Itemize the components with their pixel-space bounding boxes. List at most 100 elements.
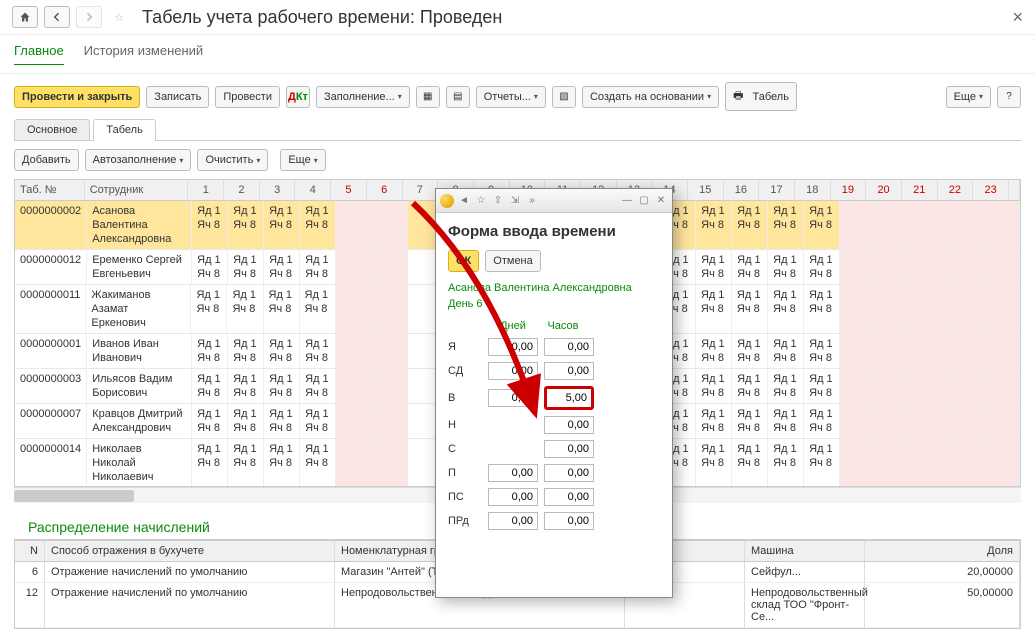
cell-day[interactable]: Яд 1Яч 8 — [732, 439, 768, 486]
col-day-7[interactable]: 7 — [403, 180, 439, 200]
save-button[interactable]: Записать — [146, 86, 209, 108]
hours-input[interactable] — [544, 338, 594, 356]
more-button[interactable]: Еще▾ — [946, 86, 991, 108]
clear-button[interactable]: Очистить▾ — [197, 149, 268, 171]
cell-day[interactable]: Яд 1Яч 8 — [227, 285, 263, 333]
cell-day[interactable]: Яд 1Яч 8 — [732, 285, 768, 333]
col-tabnum[interactable]: Таб. № — [15, 180, 85, 200]
dist-head-sp[interactable]: Способ отражения в бухучете — [45, 541, 335, 561]
cell-day[interactable]: Яд 1Яч 8 — [804, 439, 840, 486]
cell-day[interactable]: Яд 1Яч 8 — [768, 285, 804, 333]
home-button[interactable] — [12, 6, 38, 28]
cell-day[interactable]: Яд 1Яч 8 — [768, 334, 804, 368]
cell-day[interactable] — [372, 201, 408, 249]
tool-icon-3[interactable]: ▧ — [552, 86, 576, 108]
cell-day[interactable] — [912, 334, 948, 368]
cell-day[interactable]: Яд 1Яч 8 — [732, 201, 768, 249]
cell-day[interactable] — [912, 404, 948, 438]
cell-day[interactable]: Яд 1Яч 8 — [732, 250, 768, 284]
col-day-20[interactable]: 20 — [866, 180, 902, 200]
col-sotr[interactable]: Сотрудник — [85, 180, 189, 200]
cell-day[interactable]: Яд 1Яч 8 — [192, 404, 228, 438]
cell-day[interactable] — [840, 404, 876, 438]
cell-day[interactable] — [336, 201, 372, 249]
col-day-22[interactable]: 22 — [938, 180, 974, 200]
cell-day[interactable]: Яд 1Яч 8 — [192, 369, 228, 403]
cell-day[interactable] — [948, 285, 984, 333]
col-day-16[interactable]: 16 — [724, 180, 760, 200]
cell-day[interactable]: Яд 1Яч 8 — [192, 334, 228, 368]
cell-day[interactable] — [984, 201, 1020, 249]
cell-day[interactable]: Яд 1Яч 8 — [804, 285, 840, 333]
dialog-chev-icon[interactable]: » — [525, 194, 539, 208]
cell-day[interactable]: Яд 1Яч 8 — [228, 250, 264, 284]
cell-day[interactable] — [984, 285, 1020, 333]
hours-input[interactable] — [544, 464, 594, 482]
cell-day[interactable] — [840, 334, 876, 368]
cell-day[interactable] — [372, 334, 408, 368]
col-day-6[interactable]: 6 — [367, 180, 403, 200]
cell-day[interactable]: Яд 1Яч 8 — [696, 250, 732, 284]
autofill-button[interactable]: Автозаполнение▾ — [85, 149, 192, 171]
cell-day[interactable]: Яд 1Яч 8 — [264, 250, 300, 284]
cell-day[interactable] — [840, 439, 876, 486]
col-day-19[interactable]: 19 — [831, 180, 867, 200]
cell-day[interactable] — [336, 285, 372, 333]
cell-day[interactable]: Яд 1Яч 8 — [264, 369, 300, 403]
col-day-2[interactable]: 2 — [224, 180, 260, 200]
cell-day[interactable]: Яд 1Яч 8 — [264, 285, 300, 333]
cell-day[interactable]: Яд 1Яч 8 — [732, 334, 768, 368]
hours-input[interactable] — [544, 416, 594, 434]
cell-day[interactable]: Яд 1Яч 8 — [768, 201, 804, 249]
forward-button[interactable] — [76, 6, 102, 28]
dialog-star-icon[interactable]: ☆ — [474, 194, 488, 208]
cell-day[interactable] — [840, 201, 876, 249]
cell-day[interactable]: Яд 1Яч 8 — [192, 439, 228, 486]
tool-icon-1[interactable]: ▦ — [416, 86, 440, 108]
link-main[interactable]: Главное — [14, 43, 64, 65]
cell-day[interactable] — [984, 334, 1020, 368]
cell-day[interactable] — [948, 250, 984, 284]
cell-day[interactable]: Яд 1Яч 8 — [804, 334, 840, 368]
cell-day[interactable] — [948, 404, 984, 438]
col-day-5[interactable]: 5 — [331, 180, 367, 200]
dk-icon-button[interactable]: ДКт — [286, 86, 310, 108]
days-input[interactable] — [488, 389, 538, 407]
cell-day[interactable]: Яд 1Яч 8 — [804, 369, 840, 403]
cell-day[interactable] — [840, 250, 876, 284]
cell-day[interactable] — [876, 334, 912, 368]
hours-input[interactable] — [544, 362, 594, 380]
cell-day[interactable]: Яд 1Яч 8 — [300, 439, 336, 486]
cell-day[interactable]: Яд 1Яч 8 — [264, 334, 300, 368]
cell-day[interactable]: Яд 1Яч 8 — [300, 201, 336, 249]
cell-day[interactable] — [912, 201, 948, 249]
cell-day[interactable] — [372, 404, 408, 438]
link-history[interactable]: История изменений — [84, 43, 204, 65]
dist-head-dl[interactable]: Доля — [865, 541, 1020, 561]
cell-day[interactable]: Яд 1Яч 8 — [696, 369, 732, 403]
dialog-close-icon[interactable]: ✕ — [654, 194, 668, 208]
post-button[interactable]: Провести — [215, 86, 280, 108]
cell-day[interactable]: Яд 1Яч 8 — [300, 334, 336, 368]
tab-tabel[interactable]: Табель — [93, 119, 155, 141]
hours-input[interactable] — [544, 440, 594, 458]
cell-day[interactable] — [948, 334, 984, 368]
hours-input[interactable] — [544, 386, 594, 410]
cell-day[interactable] — [372, 439, 408, 486]
col-day-18[interactable]: 18 — [795, 180, 831, 200]
close-button[interactable]: × — [1012, 7, 1023, 28]
grid-more-button[interactable]: Еще▾ — [280, 149, 325, 171]
cell-day[interactable]: Яд 1Яч 8 — [768, 439, 804, 486]
cell-day[interactable]: Яд 1Яч 8 — [768, 369, 804, 403]
cell-day[interactable]: Яд 1Яч 8 — [264, 201, 300, 249]
cell-day[interactable]: Яд 1Яч 8 — [228, 404, 264, 438]
cell-day[interactable]: Яд 1Яч 8 — [264, 439, 300, 486]
tool-icon-2[interactable]: ▤ — [446, 86, 470, 108]
cell-day[interactable] — [876, 439, 912, 486]
cell-day[interactable] — [372, 285, 408, 333]
cell-day[interactable]: Яд 1Яч 8 — [732, 404, 768, 438]
tab-main[interactable]: Основное — [14, 119, 90, 140]
cell-day[interactable]: Яд 1Яч 8 — [804, 250, 840, 284]
col-day-23[interactable]: 23 — [973, 180, 1009, 200]
cell-day[interactable]: Яд 1Яч 8 — [804, 201, 840, 249]
